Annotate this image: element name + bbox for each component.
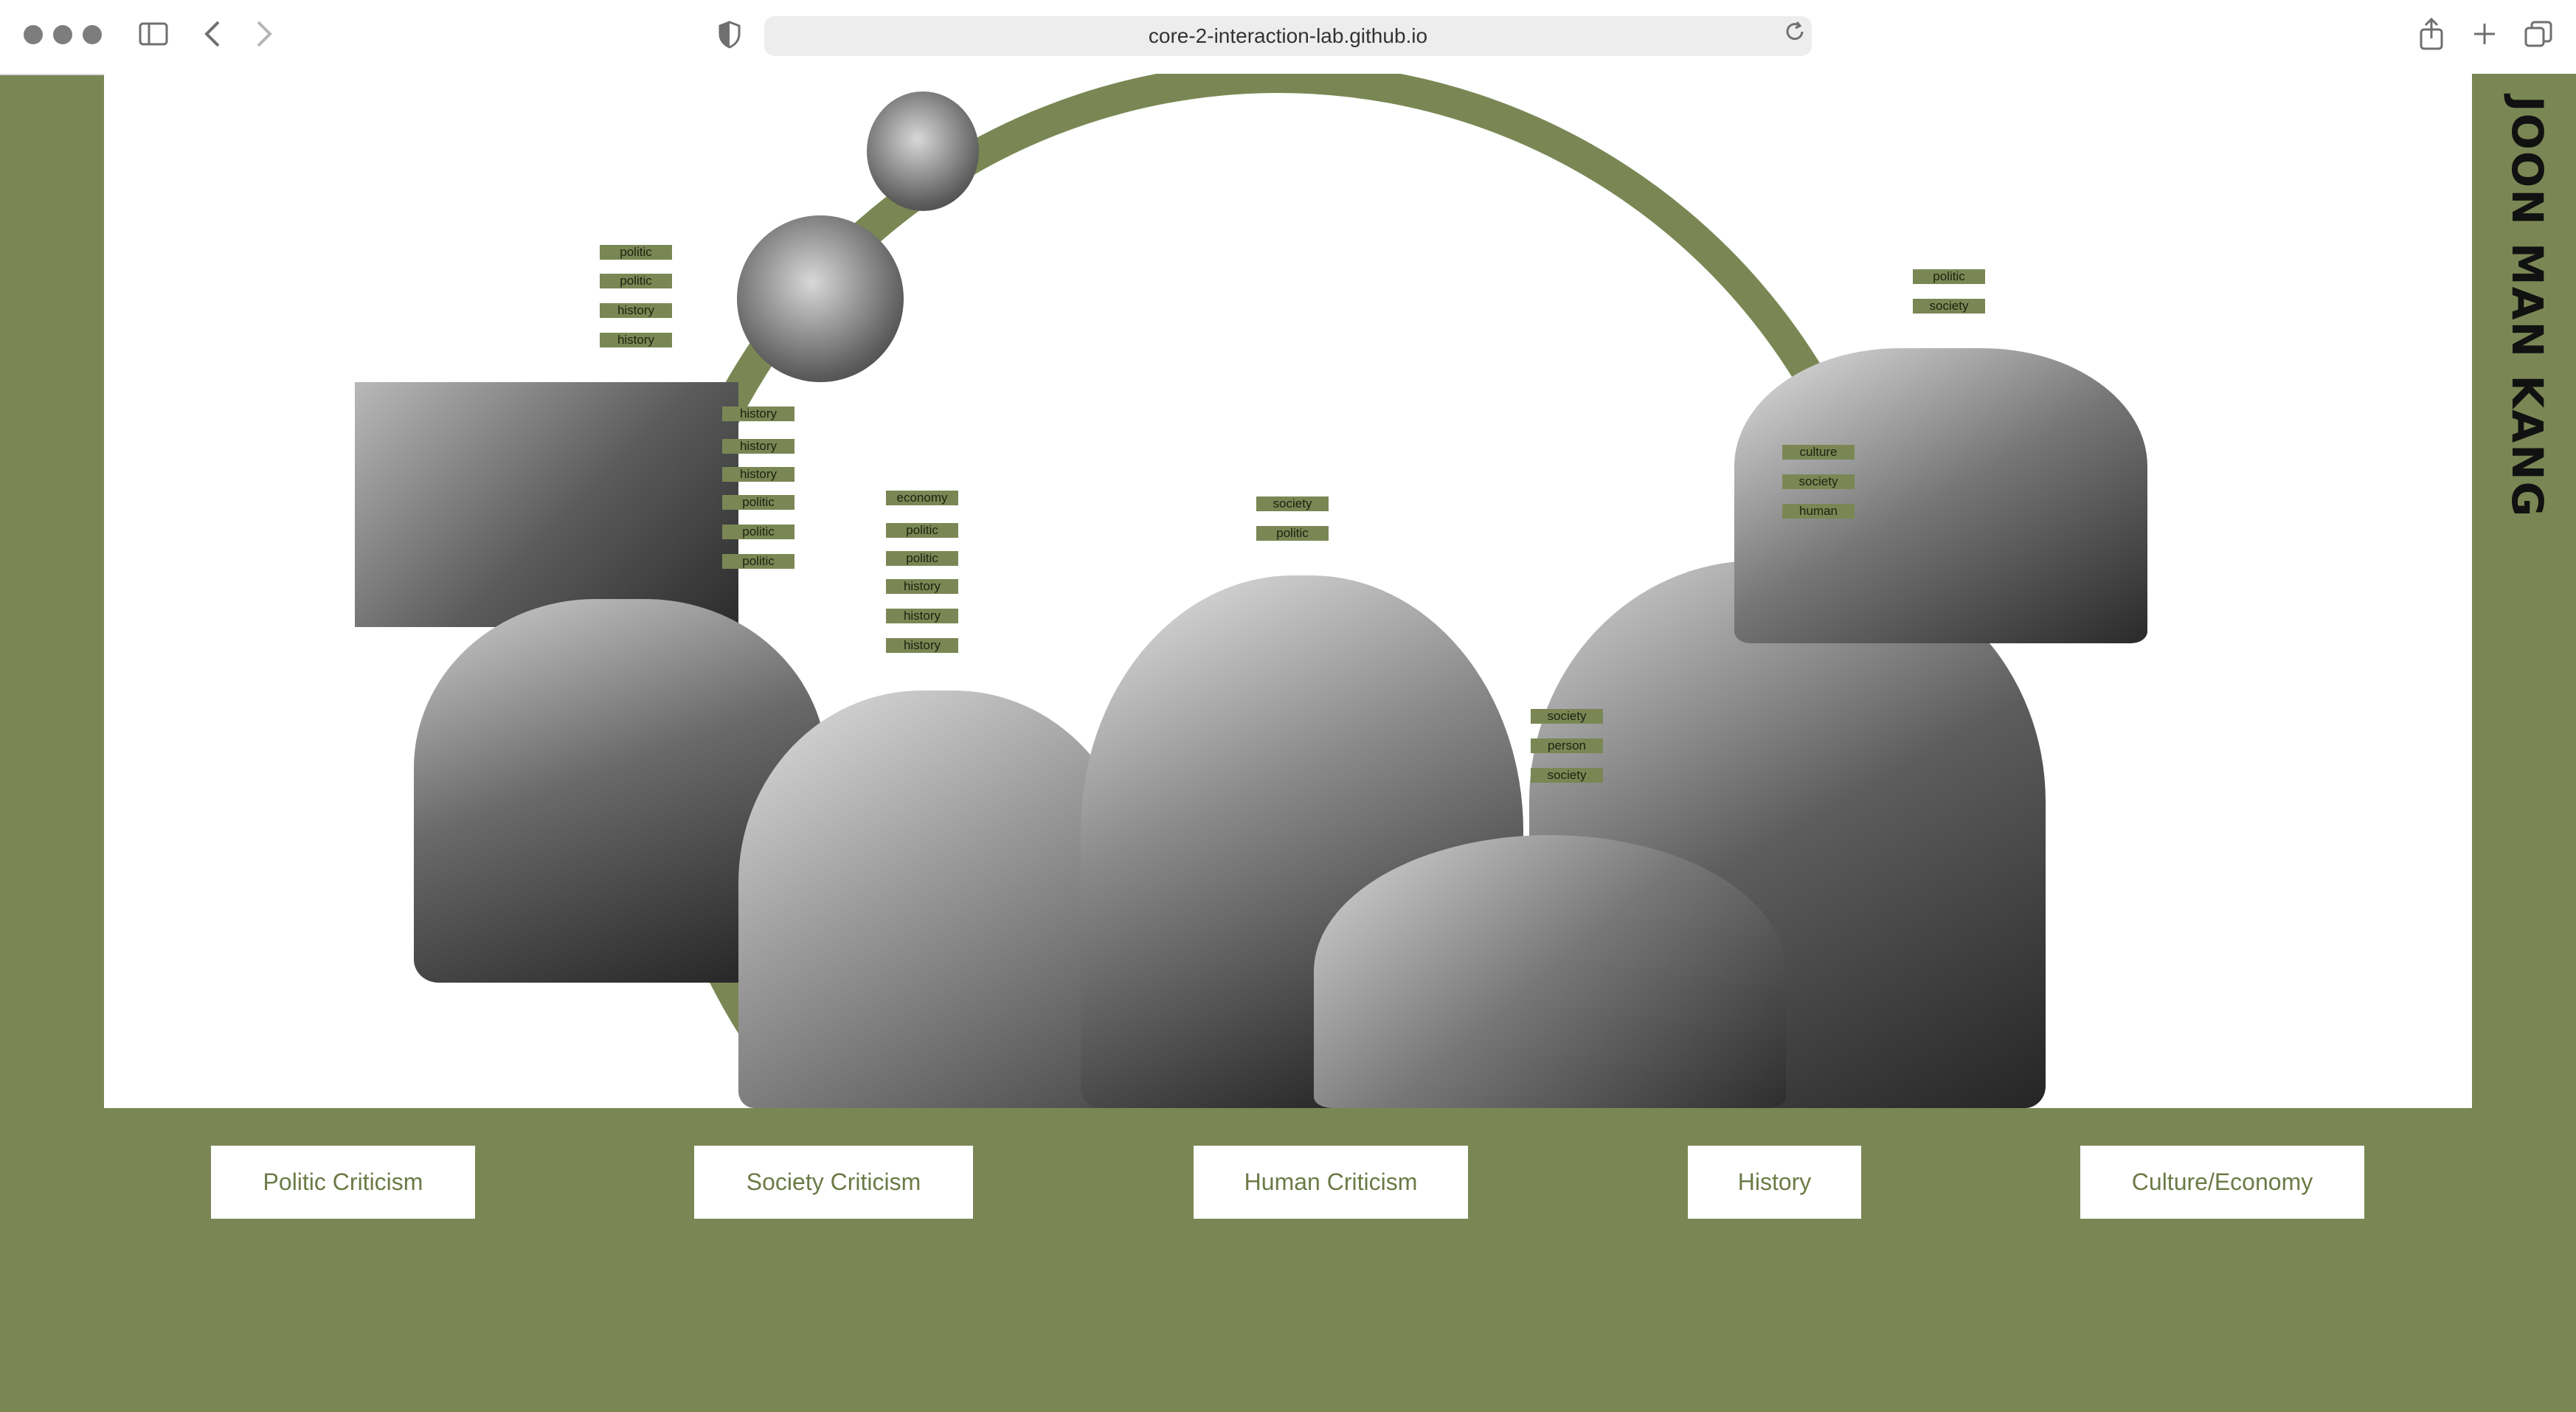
- tag-chip[interactable]: society: [1531, 709, 1603, 724]
- close-window-button[interactable]: [24, 25, 43, 44]
- tab-overview-icon[interactable]: [2524, 21, 2552, 54]
- tag-chip[interactable]: society: [1782, 474, 1855, 489]
- zoom-window-button[interactable]: [83, 25, 102, 44]
- tag-chip[interactable]: politic: [722, 495, 794, 510]
- address-bar[interactable]: core-2-interaction-lab.github.io: [764, 16, 1812, 56]
- tag-chip[interactable]: politic: [722, 525, 794, 539]
- tag-chip[interactable]: politic: [600, 245, 672, 260]
- tag-chip[interactable]: politic: [722, 554, 794, 569]
- tag-chip[interactable]: culture: [1782, 445, 1855, 460]
- reload-icon[interactable]: [1784, 21, 1806, 49]
- tag-chip[interactable]: history: [722, 439, 794, 454]
- laughing-man-photo: [738, 691, 1137, 1108]
- new-tab-icon[interactable]: [2471, 21, 2498, 52]
- tag-chip[interactable]: society: [1256, 496, 1329, 511]
- society-criticism-button[interactable]: Society Criticism: [694, 1146, 973, 1219]
- tag-chip[interactable]: politic: [1913, 269, 1985, 284]
- tag-chip[interactable]: politic: [886, 523, 958, 538]
- tag-chip[interactable]: history: [600, 303, 672, 318]
- minimize-window-button[interactable]: [53, 25, 72, 44]
- sidebar-toggle-icon[interactable]: [139, 21, 168, 52]
- cheering-man-photo: [1734, 348, 2147, 643]
- human-criticism-button[interactable]: Human Criticism: [1194, 1146, 1468, 1219]
- url-text: core-2-interaction-lab.github.io: [1148, 24, 1428, 47]
- tag-chip[interactable]: history: [722, 467, 794, 482]
- history-button[interactable]: History: [1688, 1146, 1861, 1219]
- back-icon[interactable]: [202, 18, 223, 55]
- waving-woman-photo: [1314, 835, 1786, 1108]
- tag-chip[interactable]: history: [722, 406, 794, 421]
- privacy-shield-icon[interactable]: [719, 21, 741, 54]
- collage-canvas: politic politic history history history …: [104, 74, 2472, 1108]
- forward-icon[interactable]: [254, 18, 274, 55]
- tag-chip[interactable]: society: [1913, 299, 1985, 314]
- podium-speaker-photo: [355, 382, 738, 627]
- tag-chip[interactable]: society: [1531, 768, 1603, 783]
- culture-economy-button[interactable]: Culture/Economy: [2080, 1146, 2364, 1219]
- site-title: JOON MAN KANG: [2502, 96, 2552, 519]
- tag-chip[interactable]: history: [886, 638, 958, 653]
- historic-photo-circle-small: [867, 91, 979, 211]
- share-icon[interactable]: [2418, 17, 2445, 55]
- tag-chip[interactable]: history: [600, 333, 672, 347]
- tag-chip[interactable]: politic: [600, 274, 672, 288]
- tag-chip[interactable]: human: [1782, 504, 1855, 519]
- tag-chip[interactable]: history: [886, 609, 958, 623]
- tag-chip[interactable]: politic: [1256, 526, 1329, 541]
- politic-criticism-button[interactable]: Politic Criticism: [211, 1146, 475, 1219]
- historic-photo-circle-large: [737, 215, 904, 382]
- tag-chip[interactable]: politic: [886, 551, 958, 566]
- tag-chip[interactable]: person: [1531, 738, 1603, 753]
- tag-chip[interactable]: history: [886, 579, 958, 594]
- tag-chip[interactable]: economy: [886, 491, 958, 505]
- browser-toolbar: core-2-interaction-lab.github.io: [0, 0, 2576, 75]
